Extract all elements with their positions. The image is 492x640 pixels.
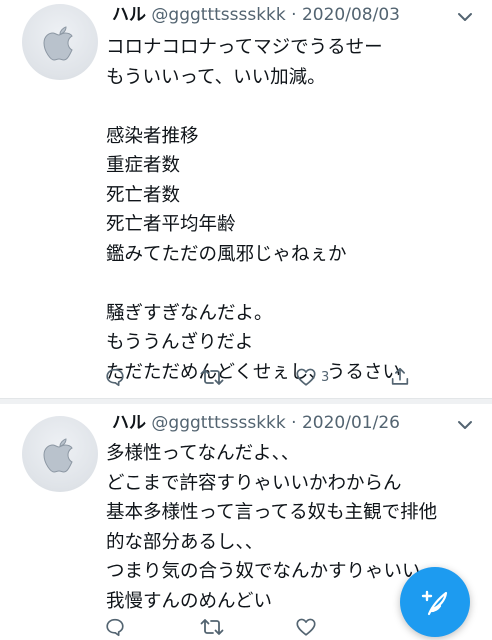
more-options-button[interactable] [452,4,478,30]
apple-logo-icon [43,26,73,61]
like-count: 3 [321,369,330,385]
heart-icon [296,368,316,386]
chevron-down-icon [458,421,472,429]
compose-tweet-button[interactable] [400,567,470,637]
apple-logo-icon [43,438,73,473]
tweet-header: ハル @gggtttsssskkk · 2020/08/03 [112,2,400,28]
tweet-text: コロナコロナってマジでうるせー もういいって、いい加減。 感染者推移 重症者数 … [106,37,401,383]
tweet-header: ハル @gggtttsssskkk · 2020/01/26 [112,410,400,436]
retweet-button[interactable] [200,366,224,388]
heart-icon [296,618,316,636]
retweet-button[interactable] [200,616,224,638]
share-button[interactable] [389,366,411,388]
retweet-icon [200,619,224,635]
avatar[interactable] [22,416,98,492]
like-button[interactable]: 3 [295,366,329,388]
tweet-date[interactable]: 2020/01/26 [302,413,400,433]
more-options-button[interactable] [452,412,478,438]
like-button[interactable] [295,616,317,638]
tweet-date[interactable]: 2020/08/03 [302,5,400,25]
chevron-down-icon [458,13,472,21]
compose-feather-icon [421,590,448,616]
reply-icon [106,618,124,637]
tweet[interactable]: ハル @gggtttsssskkk · 2020/08/03 コロナコロナってマ… [0,0,492,398]
retweet-icon [200,369,224,385]
avatar[interactable] [22,4,98,80]
user-handle[interactable]: @gggtttsssskkk [151,5,285,25]
user-handle[interactable]: @gggtttsssskkk [151,413,285,433]
reply-icon [106,368,124,387]
share-icon [391,367,409,385]
tweet-divider [0,398,492,404]
reply-button[interactable] [104,616,126,638]
separator-dot: · [291,5,297,25]
display-name[interactable]: ハル [112,413,146,433]
separator-dot: · [291,413,297,433]
display-name[interactable]: ハル [112,5,146,25]
reply-button[interactable] [104,366,126,388]
